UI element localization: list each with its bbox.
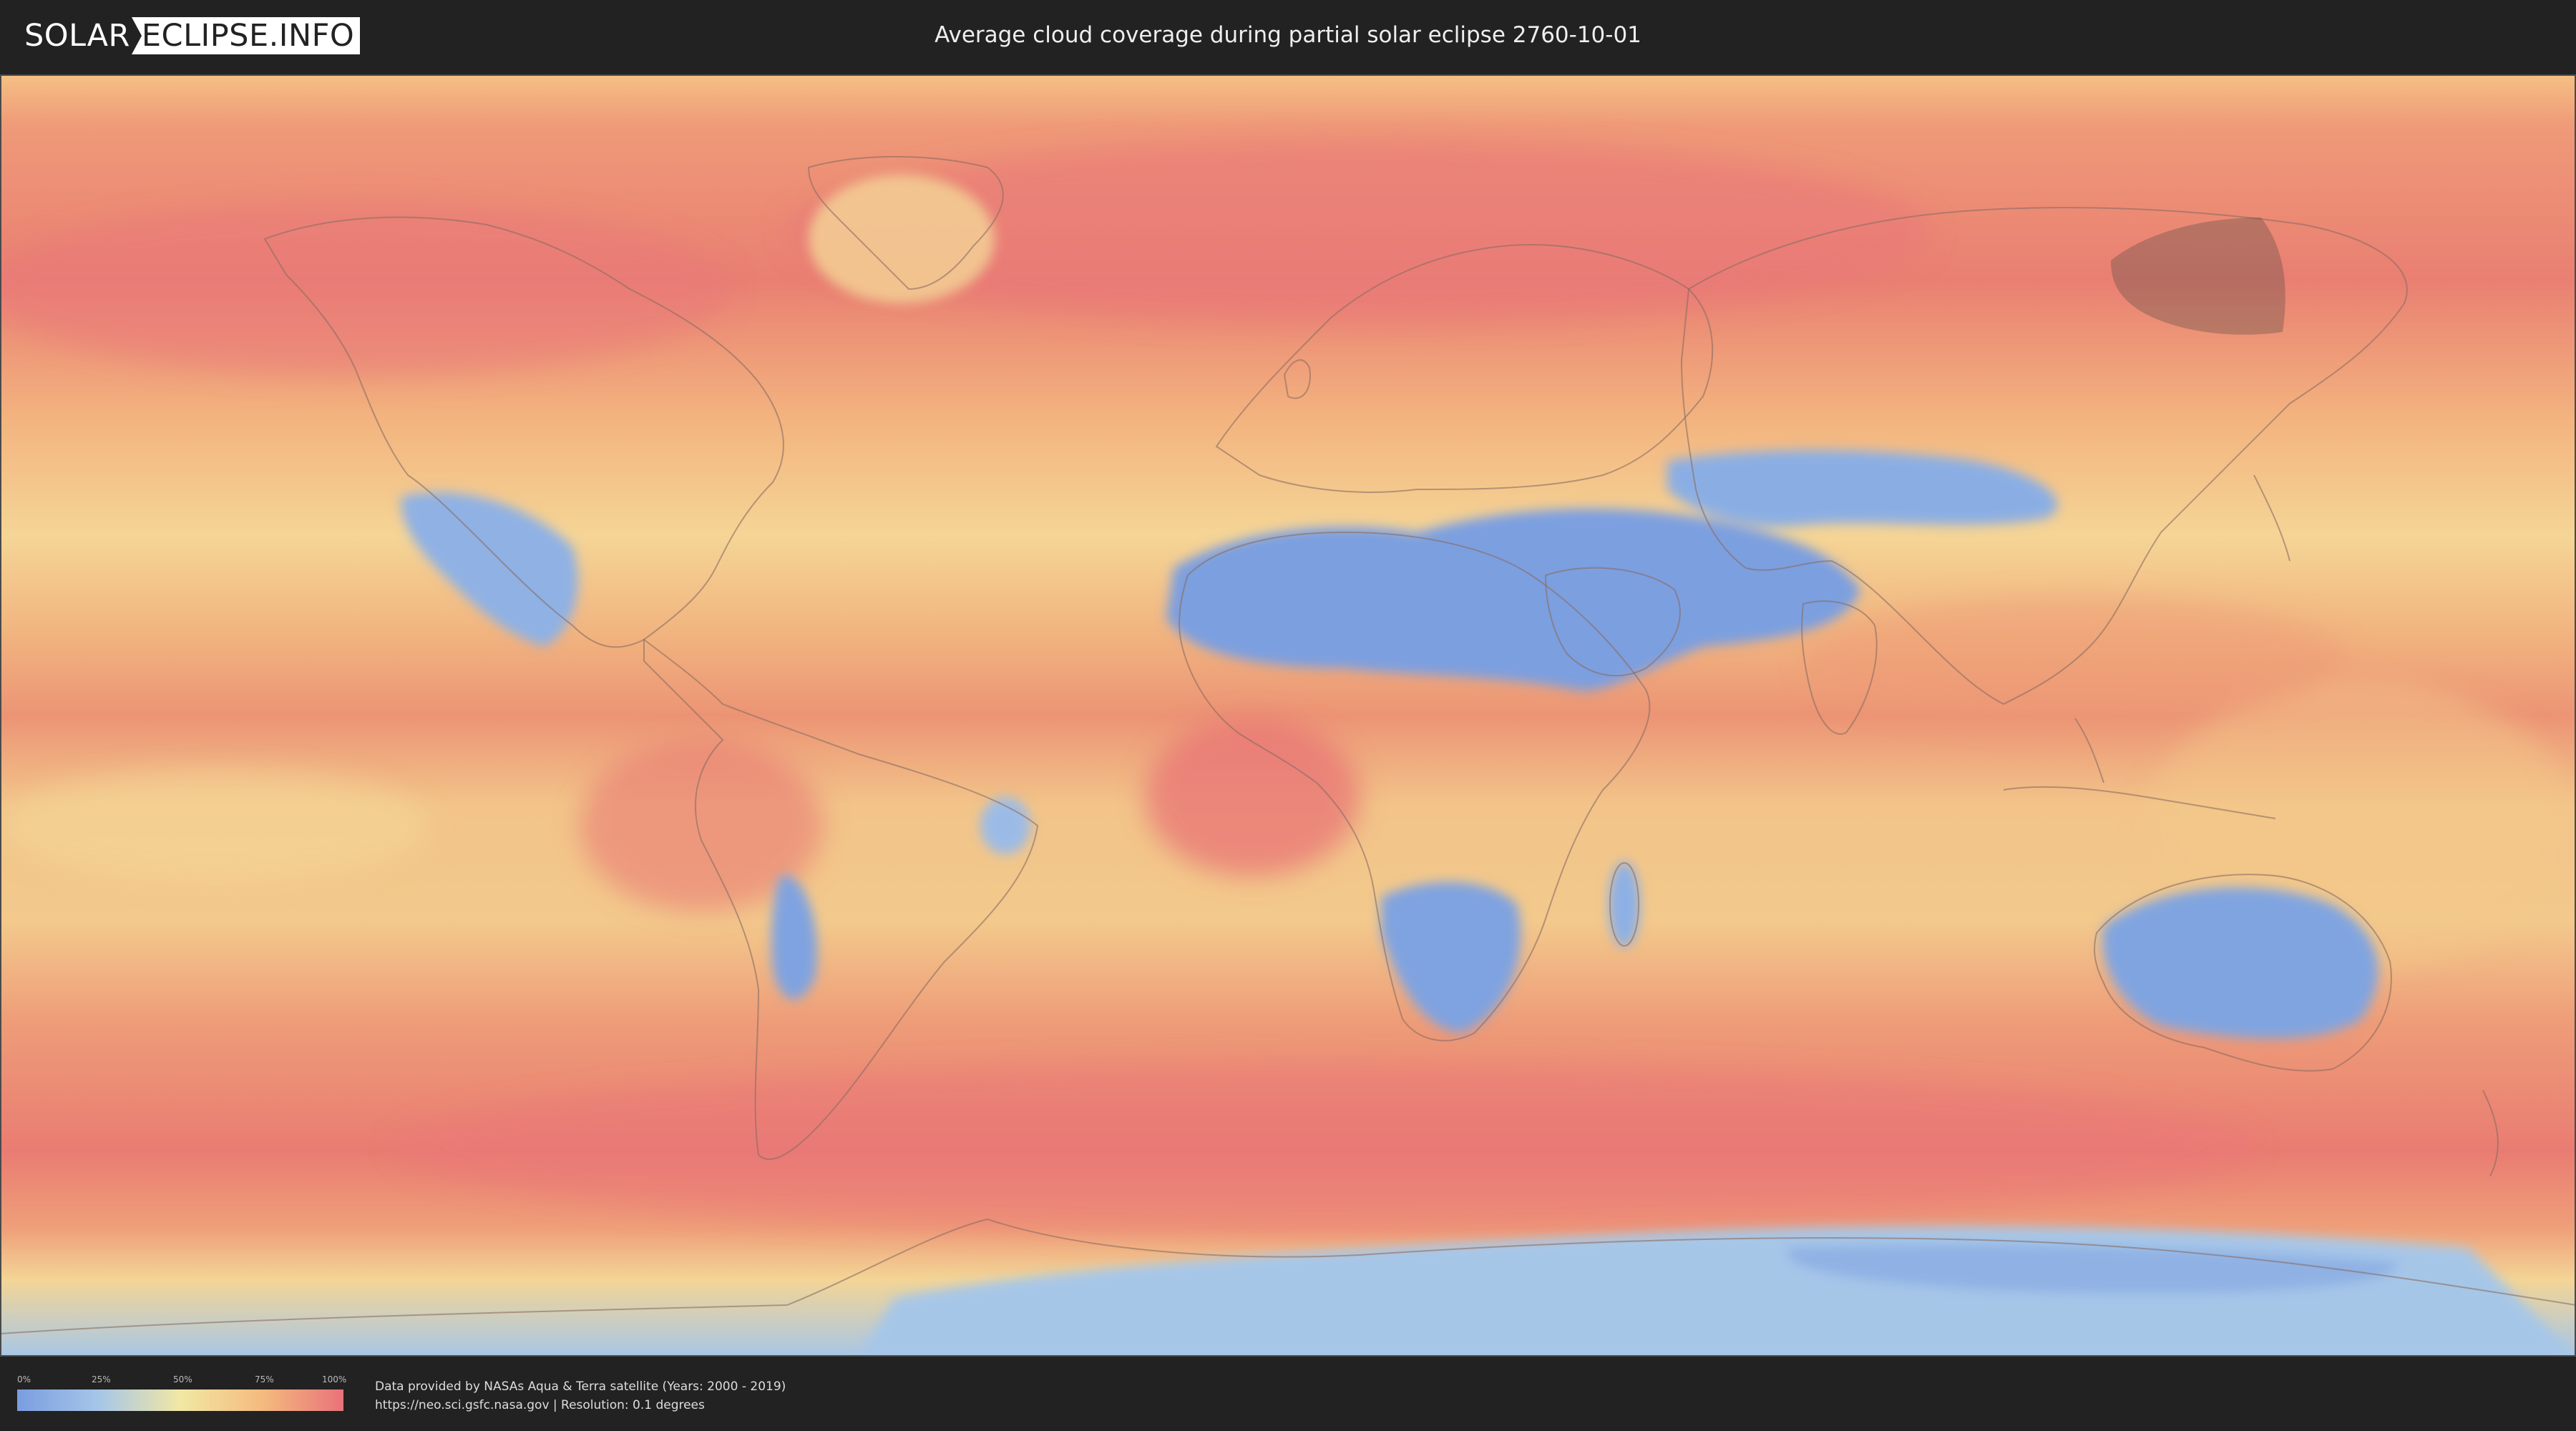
legend-tick-25: 25%	[92, 1374, 111, 1384]
legend-tick-75: 75%	[255, 1374, 274, 1384]
header-bar: SOLAR ECLIPSE.INFO Average cloud coverag…	[0, 0, 2576, 74]
legend-ticks: 0% 25% 50% 75% 100%	[17, 1374, 347, 1385]
legend-tick-100: 100%	[322, 1374, 347, 1384]
page: SOLAR ECLIPSE.INFO Average cloud coverag…	[0, 0, 2576, 1431]
legend-tick-50: 50%	[173, 1374, 192, 1384]
legend-color-bar	[17, 1390, 343, 1411]
legend-tick-0: 0%	[17, 1374, 31, 1384]
page-title: Average cloud coverage during partial so…	[935, 22, 1641, 48]
cloud-coverage-map	[0, 74, 2576, 1357]
data-source-link[interactable]: https://neo.sci.gsfc.nasa.gov | Resoluti…	[375, 1397, 705, 1414]
map-svg	[0, 74, 2576, 1357]
data-source-text: Data provided by NASAs Aqua & Terra sate…	[375, 1379, 786, 1394]
footer-bar: 0% 25% 50% 75% 100% Data provided by NAS…	[0, 1357, 2576, 1431]
